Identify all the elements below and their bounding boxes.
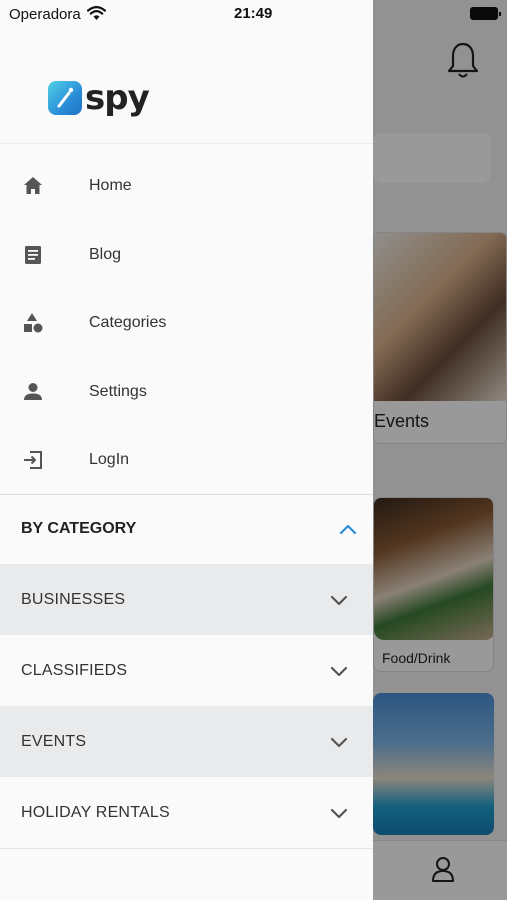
menu-item-label: Home: [89, 177, 132, 194]
chevron-down-icon: [330, 595, 348, 606]
clock: 21:49: [234, 5, 273, 22]
divider: [0, 143, 373, 144]
menu-item-blog[interactable]: Blog: [0, 221, 373, 289]
menu-item-home[interactable]: Home: [0, 152, 373, 220]
carrier-label: Operadora: [9, 6, 81, 23]
category-classifieds[interactable]: CLASSIFIEDS: [0, 635, 373, 706]
category-label: CLASSIFIEDS: [21, 662, 128, 679]
blog-icon: [25, 246, 41, 264]
navigation-drawer: Operadora 21:49 spy Home Blog Categories…: [0, 0, 373, 900]
menu-item-categories[interactable]: Categories: [0, 289, 373, 357]
menu-item-login[interactable]: LogIn: [0, 426, 373, 494]
categories-icon: [24, 313, 43, 333]
wifi-icon: [87, 6, 106, 20]
chevron-down-icon: [330, 808, 348, 819]
chevron-down-icon: [330, 666, 348, 677]
logo-mark-icon: [48, 81, 82, 115]
chevron-up-icon: [339, 524, 357, 535]
category-label: HOLIDAY RENTALS: [21, 804, 170, 821]
category-label: EVENTS: [21, 733, 87, 750]
by-category-title: BY CATEGORY: [21, 520, 137, 537]
logo-text: spy: [85, 78, 150, 118]
status-bar: Operadora 21:49: [0, 0, 373, 28]
login-icon: [24, 451, 42, 469]
by-category-header[interactable]: BY CATEGORY: [0, 495, 373, 564]
category-events[interactable]: EVENTS: [0, 706, 373, 777]
menu-item-label: LogIn: [89, 451, 130, 468]
category-holiday-rentals[interactable]: HOLIDAY RENTALS: [0, 777, 373, 848]
menu-item-label: Categories: [89, 314, 167, 331]
home-icon: [24, 177, 42, 194]
menu-item-settings[interactable]: Settings: [0, 358, 373, 426]
category-label: BUSINESSES: [21, 591, 126, 608]
person-icon: [24, 383, 42, 400]
category-businesses[interactable]: BUSINESSES: [0, 564, 373, 635]
chevron-down-icon: [330, 737, 348, 748]
brand-logo: spy: [48, 78, 150, 118]
menu-item-label: Blog: [89, 246, 122, 263]
menu-item-label: Settings: [89, 383, 147, 400]
divider: [0, 848, 373, 849]
